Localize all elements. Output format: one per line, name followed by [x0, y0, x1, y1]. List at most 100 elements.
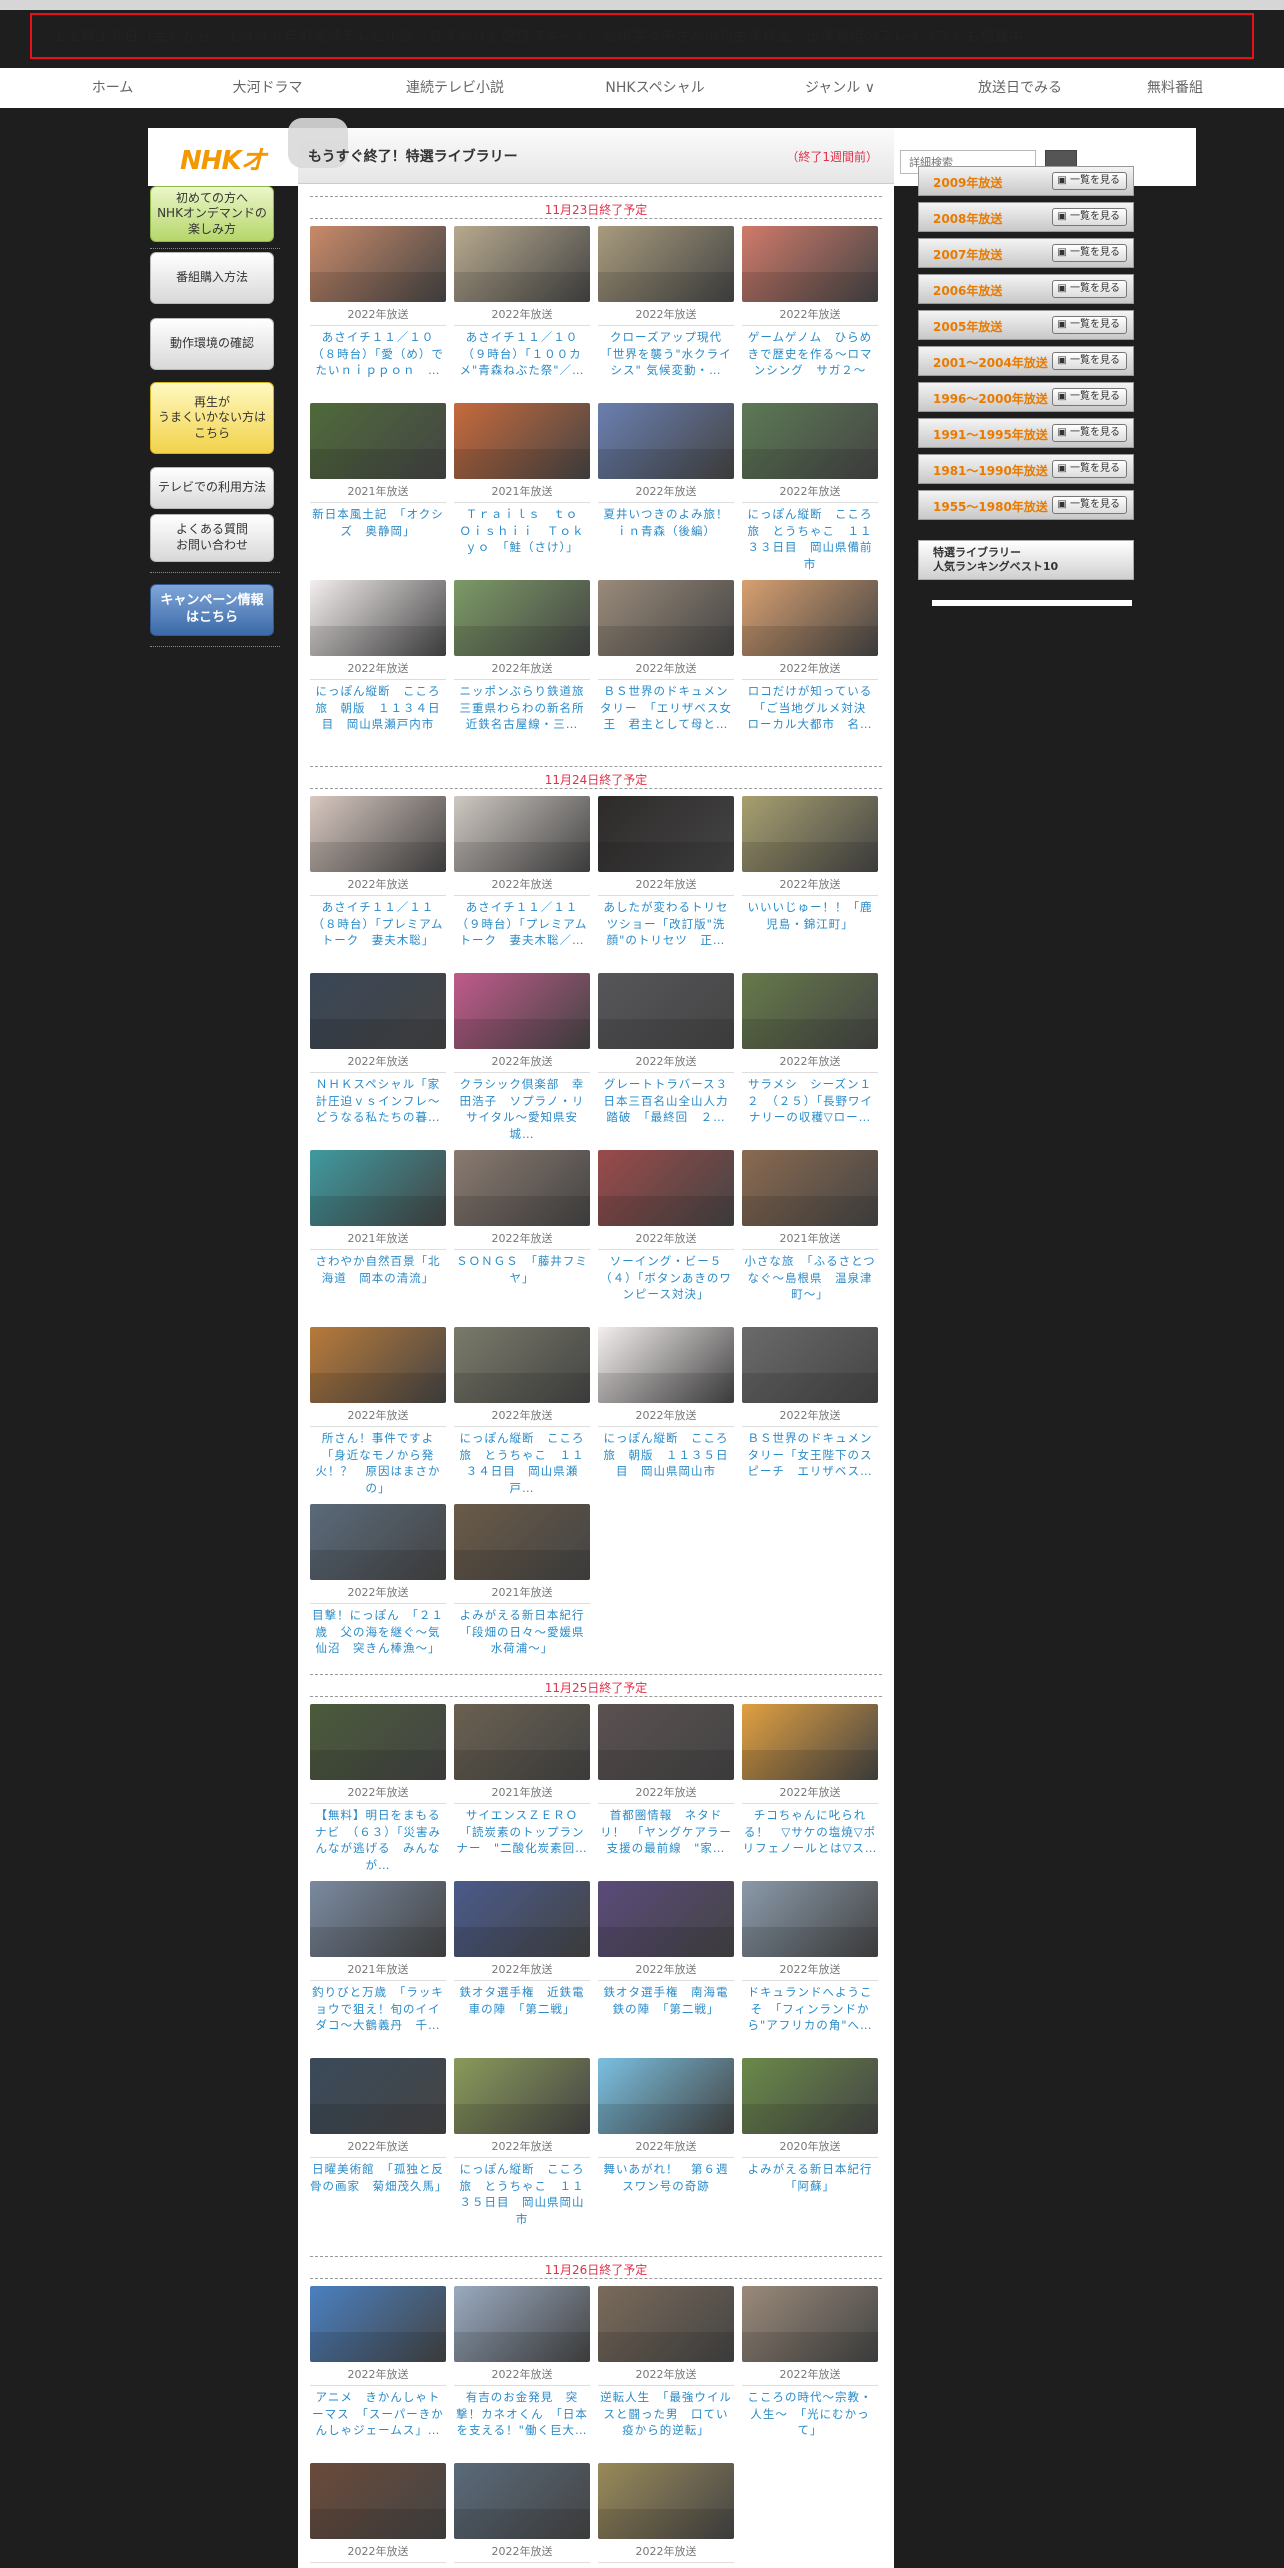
program-card[interactable]: 2022年放送 ゲームゲノム ひらめきで歴史を作る～ロマンシング サガ２～: [742, 226, 878, 379]
program-thumbnail[interactable]: [742, 973, 878, 1049]
program-thumbnail[interactable]: [598, 2286, 734, 2362]
program-title-link[interactable]: ソーイング・ビー５（４）「ボタンあきのワンピース対決」: [598, 1253, 734, 1303]
program-title-link[interactable]: サラメシ シーズン１２ （２５）「長野ワイナリーの収穫▽ロー…: [742, 1076, 878, 1126]
program-card[interactable]: 2022年放送 ＳＯＮＧＳ 「藤井フミヤ」: [454, 1150, 590, 1286]
program-card[interactable]: 2022年放送 クラシック倶楽部 幸田浩子 ソプラノ・リサイタル～愛知県安城…: [454, 973, 590, 1143]
program-title-link[interactable]: 夏井いつきのよみ旅！ｉｎ青森（後編）: [598, 506, 734, 539]
view-list-button[interactable]: ▣ 一覧を見る: [1052, 496, 1127, 514]
program-card[interactable]: 2021年放送 新日本風土記 「オクシズ 奥静岡」: [310, 403, 446, 539]
program-thumbnail[interactable]: [454, 1327, 590, 1403]
program-title-link[interactable]: あさイチ１１／１１（９時台）「プレミアムトーク 妻夫木聡／…: [454, 899, 590, 949]
faq-contact-button[interactable]: よくある質問 お問い合わせ: [150, 514, 274, 562]
program-thumbnail[interactable]: [310, 403, 446, 479]
program-thumbnail[interactable]: [310, 226, 446, 302]
view-list-button[interactable]: ▣ 一覧を見る: [1052, 460, 1127, 478]
program-title-link[interactable]: にっぽん縦断 こころ旅 とうちゃこ １１３３日目 岡山県備前市: [742, 506, 878, 573]
program-title-link[interactable]: アニメ きかんしゃトーマス 「スーパーきかんしゃジェームス」…: [310, 2389, 446, 2439]
program-card[interactable]: 2022年放送 あさイチ１１／１１（９時台）「プレミアムトーク 妻夫木聡／…: [454, 796, 590, 949]
nhk-ondemand-logo[interactable]: NHKオ: [180, 140, 267, 177]
notice-banner[interactable]: １１月１８日（金）から、１９９６年の連続テレビ小説「ひまわり」配信スタート！松嶋…: [30, 13, 1254, 59]
program-card[interactable]: 2020年放送 よみがえる新日本紀行「阿蘇」: [742, 2058, 878, 2194]
program-thumbnail[interactable]: [598, 2058, 734, 2134]
program-title-link[interactable]: 小さな旅 「ふるさとつなぐ～島根県 温泉津町～」: [742, 1253, 878, 1303]
program-title-link[interactable]: クローズアップ現代「世界を襲う"水クライシス" 気候変動・…: [598, 329, 734, 379]
program-card[interactable]: 2022年放送 夏井いつきのよみ旅！ｉｎ青森（後編）: [598, 403, 734, 539]
playback-help-button[interactable]: 再生が うまくいかない方は こちら: [150, 382, 274, 454]
view-list-button[interactable]: ▣ 一覧を見る: [1052, 280, 1127, 298]
program-title-link[interactable]: あしたが変わるトリセツショー「改訂版"洗顔"のトリセツ 正…: [598, 899, 734, 949]
program-card[interactable]: 2022年放送 日曜美術館 「孤独と反骨の画家 菊畑茂久馬」: [310, 2058, 446, 2194]
program-title-link[interactable]: チコちゃんに叱られる！ ▽サケの塩焼▽ポリフェノールとは▽ス…: [742, 1807, 878, 1857]
program-thumbnail[interactable]: [454, 403, 590, 479]
view-list-button[interactable]: ▣ 一覧を見る: [1052, 388, 1127, 406]
program-card[interactable]: 2022年放送 にっぽん縦断 こころ旅 とうちゃこ １１３５日目 岡山県岡山市: [454, 2058, 590, 2228]
program-thumbnail[interactable]: [310, 796, 446, 872]
program-card[interactable]: 2022年放送 所さん！事件ですよ「身近なモノから発火！？ 原因はまさかの」: [310, 1327, 446, 1497]
program-thumbnail[interactable]: [598, 1881, 734, 1957]
program-thumbnail[interactable]: [454, 1881, 590, 1957]
program-thumbnail[interactable]: [310, 1327, 446, 1403]
archive-year-item[interactable]: 2006年放送 ▣ 一覧を見る: [918, 274, 1134, 304]
view-list-button[interactable]: ▣ 一覧を見る: [1052, 424, 1127, 442]
program-title-link[interactable]: にっぽん縦断 こころ旅 朝版 １１３４日目 岡山県瀬戸内市: [310, 683, 446, 733]
program-thumbnail[interactable]: [742, 1704, 878, 1780]
program-thumbnail[interactable]: [742, 1150, 878, 1226]
view-list-button[interactable]: ▣ 一覧を見る: [1052, 316, 1127, 334]
program-card[interactable]: 2021年放送 サイエンスＺＥＲＯ「読炭素のトップランナー "二酸化炭素回…: [454, 1704, 590, 1857]
program-card[interactable]: 2022年放送 ＢＳ世界のドキュメンタリー 「エリザベス女王 君主として母と…: [598, 580, 734, 733]
nav-asadora[interactable]: 連続テレビ小説: [385, 68, 525, 108]
program-thumbnail[interactable]: [454, 226, 590, 302]
view-list-button[interactable]: ▣ 一覧を見る: [1052, 244, 1127, 262]
nav-home[interactable]: ホーム: [60, 68, 165, 108]
program-title-link[interactable]: Ｔｒａｉｌｓ ｔｏ Ｏｉｓｈｉｉ Ｔｏｋｙｏ 「鮭（さけ）」: [454, 506, 590, 556]
program-title-link[interactable]: にっぽん縦断 こころ旅 朝版 １１３５日目 岡山県岡山市: [598, 1430, 734, 1480]
nav-nhk-special[interactable]: NHKスペシャル: [590, 68, 720, 108]
program-card[interactable]: 2022年放送 にっぽん縦断 こころ旅 とうちゃこ １１３４日目 岡山県瀬戸…: [454, 1327, 590, 1497]
program-title-link[interactable]: 舞いあがれ！ 第６週 スワン号の奇跡: [598, 2161, 735, 2194]
program-thumbnail[interactable]: [310, 973, 446, 1049]
program-title-link[interactable]: 釣りびと万歳 「ラッキョウで狙え！旬のイイダコ～大鶴義丹 千…: [310, 1984, 446, 2034]
program-card[interactable]: 2022年放送ワイルドライフ 「ア: [598, 2463, 734, 2568]
archive-year-item[interactable]: 1996～2000年放送 ▣ 一覧を見る: [918, 382, 1134, 412]
program-title-link[interactable]: 首都圏情報 ネタドリ！ 「ヤングケアラー 支援の最前線 "家…: [598, 1807, 734, 1857]
program-thumbnail[interactable]: [310, 1150, 446, 1226]
archive-year-item[interactable]: 2008年放送 ▣ 一覧を見る: [918, 202, 1134, 232]
program-thumbnail[interactable]: [742, 580, 878, 656]
program-card[interactable]: 2022年放送 鉄オタ選手権 南海電鉄の陣 「第二戦」: [598, 1881, 734, 2017]
program-card[interactable]: 2022年放送 こころの時代～宗教・人生～ 「光にむかって」: [742, 2286, 878, 2439]
environment-check-button[interactable]: 動作環境の確認: [150, 318, 274, 370]
program-title-link[interactable]: よみがえる新日本紀行「阿蘇」: [742, 2161, 878, 2194]
program-title-link[interactable]: ＮＨＫスペシャル「家計圧迫ｖｓインフレ～どうなる私たちの暮…: [310, 1076, 446, 1126]
archive-year-item[interactable]: 2009年放送 ▣ 一覧を見る: [918, 166, 1134, 196]
program-card[interactable]: 2022年放送 あさイチ１１／１０（９時台）「１００カメ"青森ねぶた祭"／…: [454, 226, 590, 379]
nav-taiga-drama[interactable]: 大河ドラマ: [215, 68, 320, 108]
guide-button[interactable]: 初めての方へ NHKオンデマンドの 楽しみ方: [150, 186, 274, 242]
program-card[interactable]: 2021年放送 釣りびと万歳 「ラッキョウで狙え！旬のイイダコ～大鶴義丹 千…: [310, 1881, 446, 2034]
program-card[interactable]: 2021年放送 Ｔｒａｉｌｓ ｔｏ Ｏｉｓｈｉｉ Ｔｏｋｙｏ 「鮭（さけ）」: [454, 403, 590, 556]
program-title-link[interactable]: ＢＳ世界のドキュメンタリー 「エリザベス女王 君主として母と…: [598, 683, 734, 733]
program-card[interactable]: 2022年放送 【無料】明日をまもるナビ （６３）「災害みんなが逃げる みんなが…: [310, 1704, 446, 1874]
program-title-link[interactable]: サイエンスＺＥＲＯ「読炭素のトップランナー "二酸化炭素回…: [454, 1807, 590, 1857]
program-card[interactable]: 2022年放送 目撃！にっぽん 「２１歳 父の海を継ぐ～気仙沼 突きん棒漁～」: [310, 1504, 446, 1657]
program-card[interactable]: 2021年放送 小さな旅 「ふるさとつなぐ～島根県 温泉津町～」: [742, 1150, 878, 1303]
program-card[interactable]: 2022年放送 あしたが変わるトリセツショー「改訂版"洗顔"のトリセツ 正…: [598, 796, 734, 949]
program-title-link[interactable]: 鉄オタ選手権 近鉄電車の陣 「第二戦」: [454, 1984, 590, 2017]
program-title-link[interactable]: 鉄オタ選手権 南海電鉄の陣 「第二戦」: [598, 1984, 734, 2017]
program-thumbnail[interactable]: [742, 403, 878, 479]
archive-year-item[interactable]: 1991～1995年放送 ▣ 一覧を見る: [918, 418, 1134, 448]
program-thumbnail[interactable]: [598, 403, 734, 479]
nav-free[interactable]: 無料番組: [1130, 68, 1220, 108]
program-thumbnail[interactable]: [598, 796, 734, 872]
program-title-link[interactable]: あさイチ１１／１０（９時台）「１００カメ"青森ねぶた祭"／…: [454, 329, 590, 379]
program-card[interactable]: 2022年放送 有吉のお金発見 突撃！カネオくん 「日本を支える！"働く巨大…: [454, 2286, 590, 2439]
program-card[interactable]: 2022年放送 いいいじゅー！！「鹿児島・錦江町」: [742, 796, 878, 932]
program-card[interactable]: 2022年放送 ソーイング・ビー５（４）「ボタンあきのワンピース対決」: [598, 1150, 734, 1303]
program-thumbnail[interactable]: [742, 2058, 878, 2134]
archive-year-item[interactable]: 2007年放送 ▣ 一覧を見る: [918, 238, 1134, 268]
program-card[interactable]: 2022年放送 にっぽん縦断 こころ旅 とうちゃこ １１３３日目 岡山県備前市: [742, 403, 878, 573]
program-thumbnail[interactable]: [454, 796, 590, 872]
program-thumbnail[interactable]: [598, 973, 734, 1049]
program-title-link[interactable]: ＢＳ世界のドキュメンタリー「女王陛下のスピーチ エリザベス…: [742, 1430, 878, 1480]
program-card[interactable]: 2022年放送超いろとりどり！音楽: [310, 2463, 446, 2568]
program-thumbnail[interactable]: [598, 580, 734, 656]
